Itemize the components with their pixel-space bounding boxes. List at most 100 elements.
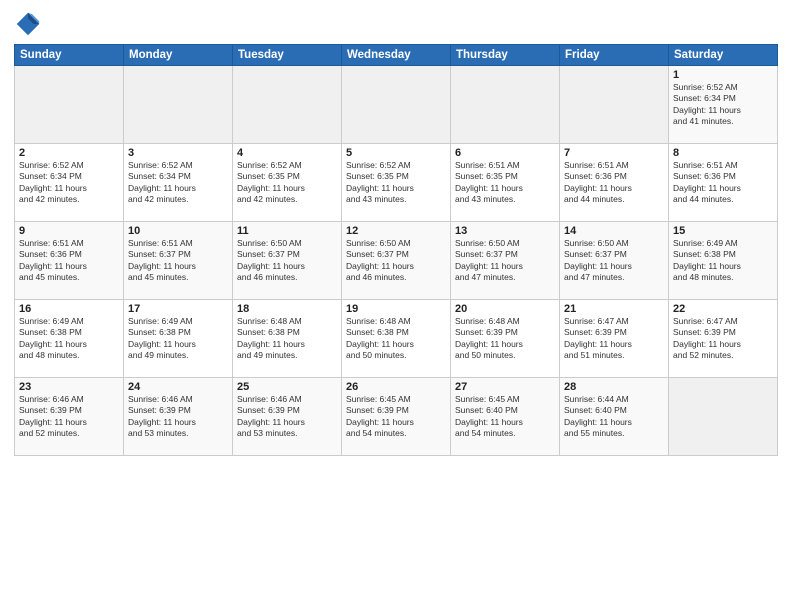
day-info: Sunrise: 6:44 AM Sunset: 6:40 PM Dayligh… (564, 394, 664, 440)
calendar-cell: 28Sunrise: 6:44 AM Sunset: 6:40 PM Dayli… (560, 378, 669, 456)
day-number: 7 (564, 147, 664, 159)
day-number: 9 (19, 225, 119, 237)
calendar-cell: 3Sunrise: 6:52 AM Sunset: 6:34 PM Daylig… (124, 144, 233, 222)
day-info: Sunrise: 6:50 AM Sunset: 6:37 PM Dayligh… (455, 238, 555, 284)
header-tuesday: Tuesday (233, 45, 342, 66)
day-number: 4 (237, 147, 337, 159)
day-info: Sunrise: 6:49 AM Sunset: 6:38 PM Dayligh… (128, 316, 228, 362)
day-number: 12 (346, 225, 446, 237)
calendar-header-row: SundayMondayTuesdayWednesdayThursdayFrid… (15, 45, 778, 66)
calendar-cell: 4Sunrise: 6:52 AM Sunset: 6:35 PM Daylig… (233, 144, 342, 222)
day-info: Sunrise: 6:45 AM Sunset: 6:39 PM Dayligh… (346, 394, 446, 440)
day-number: 27 (455, 381, 555, 393)
day-info: Sunrise: 6:47 AM Sunset: 6:39 PM Dayligh… (673, 316, 773, 362)
calendar-cell: 11Sunrise: 6:50 AM Sunset: 6:37 PM Dayli… (233, 222, 342, 300)
calendar-cell: 6Sunrise: 6:51 AM Sunset: 6:35 PM Daylig… (451, 144, 560, 222)
day-info: Sunrise: 6:50 AM Sunset: 6:37 PM Dayligh… (237, 238, 337, 284)
logo (14, 10, 46, 38)
calendar-cell: 16Sunrise: 6:49 AM Sunset: 6:38 PM Dayli… (15, 300, 124, 378)
day-number: 26 (346, 381, 446, 393)
calendar-cell: 13Sunrise: 6:50 AM Sunset: 6:37 PM Dayli… (451, 222, 560, 300)
calendar-week-4: 16Sunrise: 6:49 AM Sunset: 6:38 PM Dayli… (15, 300, 778, 378)
day-info: Sunrise: 6:46 AM Sunset: 6:39 PM Dayligh… (237, 394, 337, 440)
day-number: 23 (19, 381, 119, 393)
day-number: 21 (564, 303, 664, 315)
calendar-cell: 27Sunrise: 6:45 AM Sunset: 6:40 PM Dayli… (451, 378, 560, 456)
day-info: Sunrise: 6:48 AM Sunset: 6:38 PM Dayligh… (346, 316, 446, 362)
calendar-week-5: 23Sunrise: 6:46 AM Sunset: 6:39 PM Dayli… (15, 378, 778, 456)
calendar-cell: 26Sunrise: 6:45 AM Sunset: 6:39 PM Dayli… (342, 378, 451, 456)
day-number: 24 (128, 381, 228, 393)
day-number: 1 (673, 69, 773, 81)
day-info: Sunrise: 6:52 AM Sunset: 6:34 PM Dayligh… (128, 160, 228, 206)
day-number: 8 (673, 147, 773, 159)
calendar-cell (233, 66, 342, 144)
calendar-week-3: 9Sunrise: 6:51 AM Sunset: 6:36 PM Daylig… (15, 222, 778, 300)
day-info: Sunrise: 6:52 AM Sunset: 6:35 PM Dayligh… (237, 160, 337, 206)
day-number: 20 (455, 303, 555, 315)
calendar-cell (342, 66, 451, 144)
day-info: Sunrise: 6:46 AM Sunset: 6:39 PM Dayligh… (128, 394, 228, 440)
day-info: Sunrise: 6:49 AM Sunset: 6:38 PM Dayligh… (673, 238, 773, 284)
calendar-table: SundayMondayTuesdayWednesdayThursdayFrid… (14, 44, 778, 456)
day-info: Sunrise: 6:48 AM Sunset: 6:39 PM Dayligh… (455, 316, 555, 362)
day-number: 22 (673, 303, 773, 315)
calendar-cell (124, 66, 233, 144)
day-number: 5 (346, 147, 446, 159)
day-info: Sunrise: 6:51 AM Sunset: 6:37 PM Dayligh… (128, 238, 228, 284)
calendar-cell (451, 66, 560, 144)
day-info: Sunrise: 6:51 AM Sunset: 6:36 PM Dayligh… (19, 238, 119, 284)
calendar-cell: 17Sunrise: 6:49 AM Sunset: 6:38 PM Dayli… (124, 300, 233, 378)
day-number: 2 (19, 147, 119, 159)
calendar-cell (669, 378, 778, 456)
page-header (14, 10, 778, 38)
calendar-cell: 14Sunrise: 6:50 AM Sunset: 6:37 PM Dayli… (560, 222, 669, 300)
calendar-cell: 19Sunrise: 6:48 AM Sunset: 6:38 PM Dayli… (342, 300, 451, 378)
day-number: 16 (19, 303, 119, 315)
calendar-cell (560, 66, 669, 144)
header-friday: Friday (560, 45, 669, 66)
day-number: 14 (564, 225, 664, 237)
day-number: 15 (673, 225, 773, 237)
header-saturday: Saturday (669, 45, 778, 66)
day-number: 3 (128, 147, 228, 159)
calendar-cell: 15Sunrise: 6:49 AM Sunset: 6:38 PM Dayli… (669, 222, 778, 300)
calendar-week-1: 1Sunrise: 6:52 AM Sunset: 6:34 PM Daylig… (15, 66, 778, 144)
calendar-cell: 21Sunrise: 6:47 AM Sunset: 6:39 PM Dayli… (560, 300, 669, 378)
day-number: 18 (237, 303, 337, 315)
day-info: Sunrise: 6:51 AM Sunset: 6:36 PM Dayligh… (564, 160, 664, 206)
day-info: Sunrise: 6:51 AM Sunset: 6:36 PM Dayligh… (673, 160, 773, 206)
calendar-cell: 2Sunrise: 6:52 AM Sunset: 6:34 PM Daylig… (15, 144, 124, 222)
day-info: Sunrise: 6:46 AM Sunset: 6:39 PM Dayligh… (19, 394, 119, 440)
day-number: 17 (128, 303, 228, 315)
day-info: Sunrise: 6:48 AM Sunset: 6:38 PM Dayligh… (237, 316, 337, 362)
day-info: Sunrise: 6:52 AM Sunset: 6:34 PM Dayligh… (19, 160, 119, 206)
calendar-cell: 23Sunrise: 6:46 AM Sunset: 6:39 PM Dayli… (15, 378, 124, 456)
day-info: Sunrise: 6:47 AM Sunset: 6:39 PM Dayligh… (564, 316, 664, 362)
calendar-cell: 25Sunrise: 6:46 AM Sunset: 6:39 PM Dayli… (233, 378, 342, 456)
calendar-cell: 18Sunrise: 6:48 AM Sunset: 6:38 PM Dayli… (233, 300, 342, 378)
logo-icon (14, 10, 42, 38)
calendar-cell: 5Sunrise: 6:52 AM Sunset: 6:35 PM Daylig… (342, 144, 451, 222)
day-info: Sunrise: 6:51 AM Sunset: 6:35 PM Dayligh… (455, 160, 555, 206)
day-number: 13 (455, 225, 555, 237)
calendar-cell: 9Sunrise: 6:51 AM Sunset: 6:36 PM Daylig… (15, 222, 124, 300)
header-thursday: Thursday (451, 45, 560, 66)
day-number: 6 (455, 147, 555, 159)
calendar-cell: 8Sunrise: 6:51 AM Sunset: 6:36 PM Daylig… (669, 144, 778, 222)
day-info: Sunrise: 6:49 AM Sunset: 6:38 PM Dayligh… (19, 316, 119, 362)
day-number: 28 (564, 381, 664, 393)
calendar-cell: 10Sunrise: 6:51 AM Sunset: 6:37 PM Dayli… (124, 222, 233, 300)
day-number: 11 (237, 225, 337, 237)
day-number: 19 (346, 303, 446, 315)
calendar-cell: 7Sunrise: 6:51 AM Sunset: 6:36 PM Daylig… (560, 144, 669, 222)
header-wednesday: Wednesday (342, 45, 451, 66)
day-info: Sunrise: 6:50 AM Sunset: 6:37 PM Dayligh… (564, 238, 664, 284)
day-info: Sunrise: 6:52 AM Sunset: 6:35 PM Dayligh… (346, 160, 446, 206)
calendar-cell: 12Sunrise: 6:50 AM Sunset: 6:37 PM Dayli… (342, 222, 451, 300)
calendar-cell: 24Sunrise: 6:46 AM Sunset: 6:39 PM Dayli… (124, 378, 233, 456)
header-monday: Monday (124, 45, 233, 66)
day-info: Sunrise: 6:45 AM Sunset: 6:40 PM Dayligh… (455, 394, 555, 440)
header-sunday: Sunday (15, 45, 124, 66)
day-info: Sunrise: 6:50 AM Sunset: 6:37 PM Dayligh… (346, 238, 446, 284)
